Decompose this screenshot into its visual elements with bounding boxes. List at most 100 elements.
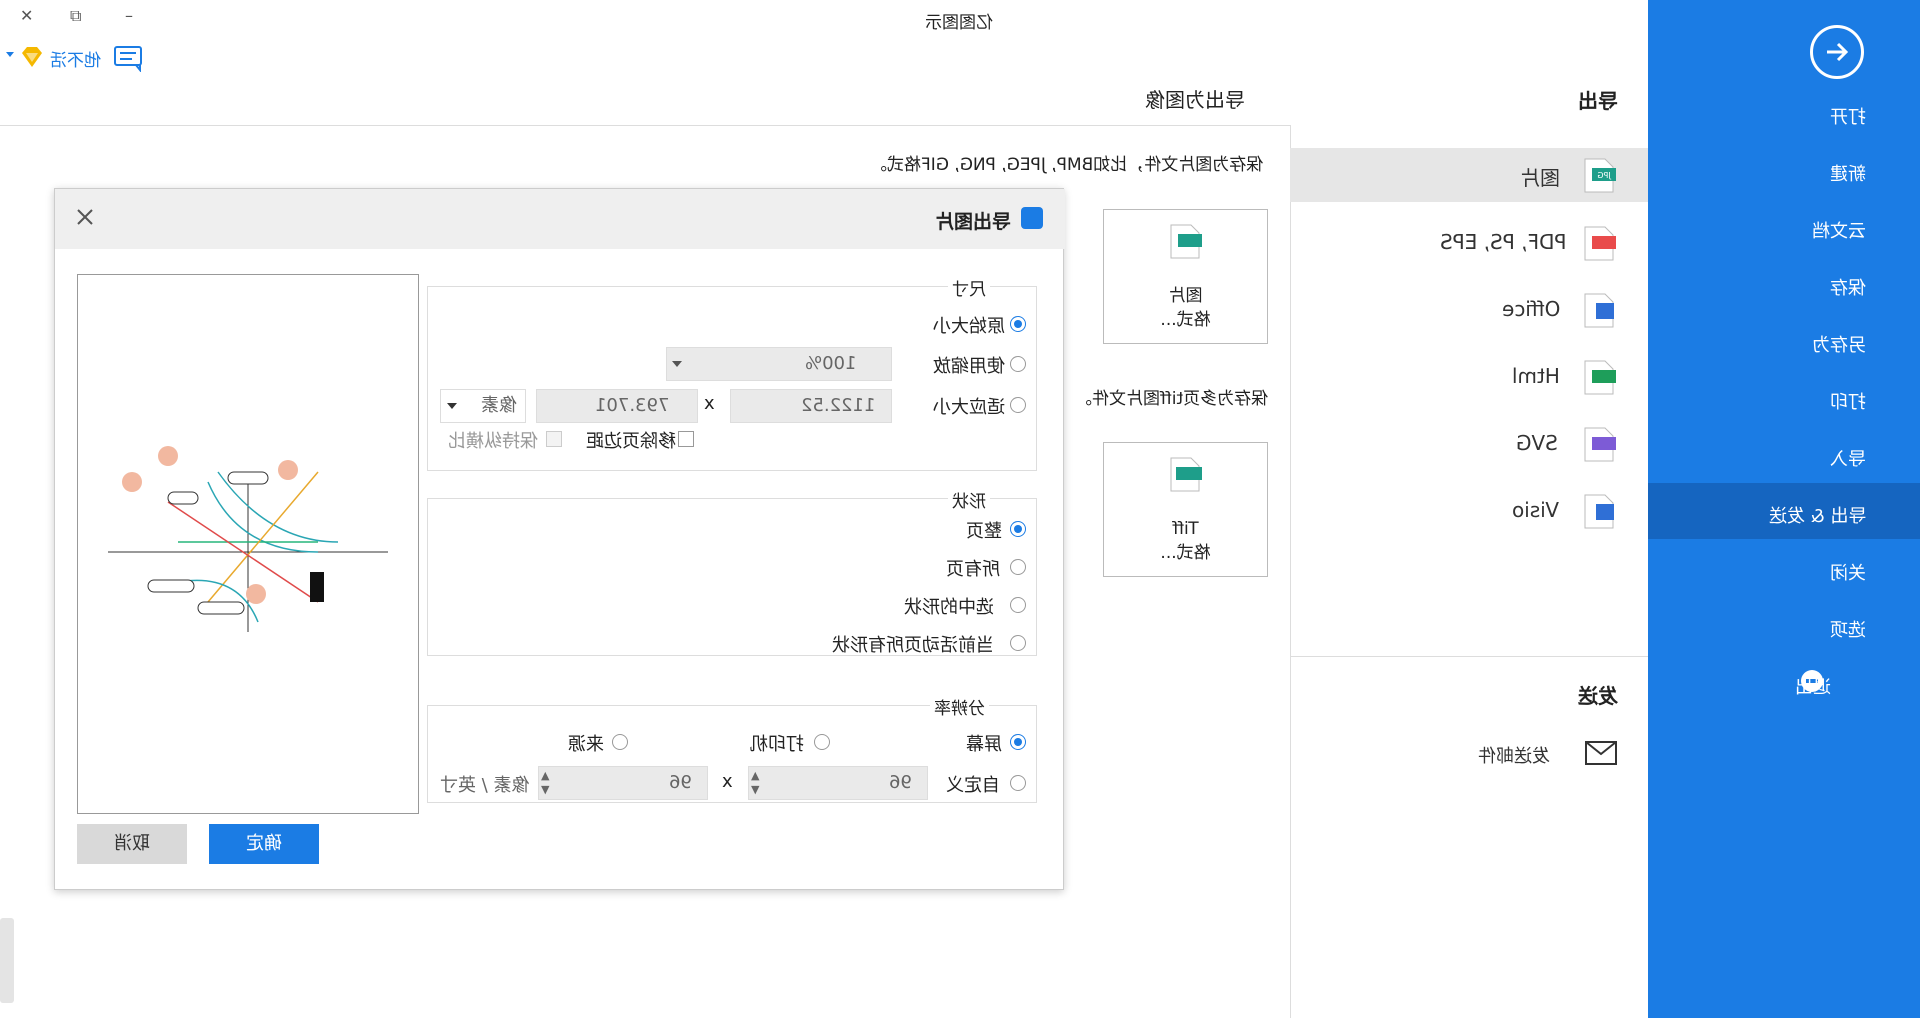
word-file-icon	[1582, 291, 1616, 329]
dpi-y-input[interactable]: 96 ▲ ▼	[538, 766, 708, 800]
sidebar-item-export-send[interactable]: 导出 & 发送	[1769, 502, 1866, 528]
times-sign: x	[704, 393, 715, 414]
whole-page-radio[interactable]	[1010, 521, 1026, 537]
times-sign: x	[722, 771, 733, 792]
chevron-down-icon[interactable]	[6, 52, 14, 57]
tiff-description: 保存为多页tiff图片文件。	[1075, 389, 1269, 409]
screen-radio[interactable]	[1010, 734, 1026, 750]
app-title: 亿图图示	[925, 13, 993, 33]
image-description: 保存为图片文件，比如BMP, JPEG, PNG, GIF格式。	[870, 155, 1264, 175]
remove-margin-checkbox[interactable]	[678, 431, 694, 447]
chevron-down-icon	[672, 361, 682, 367]
screen-label: 屏幕	[966, 734, 1002, 755]
dialog-close-icon[interactable]	[75, 207, 95, 227]
username[interactable]: 他不活	[50, 46, 101, 71]
sidebar-item-options[interactable]: 选项	[1830, 616, 1866, 642]
spinner-icon[interactable]: ▲ ▼	[541, 769, 549, 797]
export-type-label: Office	[1502, 297, 1561, 321]
all-pages-radio[interactable]	[1010, 559, 1026, 575]
close-window-button[interactable]: ✕	[20, 6, 33, 25]
minimize-window-button[interactable]: –	[125, 6, 133, 25]
export-heading: 导出	[1578, 89, 1618, 113]
card-label: 图片	[1168, 286, 1203, 306]
mail-icon	[1584, 740, 1618, 768]
dialog-header: 导出图片	[55, 189, 1065, 249]
tiff-format-card[interactable]: Tiff 格式...	[1103, 442, 1268, 577]
fit-size-label: 适应大小	[933, 397, 1005, 418]
dialog-title: 导出图片	[935, 211, 1012, 233]
sidebar-item-close[interactable]: 关闭	[1830, 559, 1866, 585]
all-pages-label: 所有页	[946, 559, 1000, 580]
export-type-office[interactable]: Office	[1290, 283, 1648, 337]
arrow-right-icon	[1827, 42, 1849, 62]
sidebar-item-save[interactable]: 保存	[1830, 274, 1866, 300]
dpi-x-input[interactable]: 96 ▲ ▼	[748, 766, 928, 800]
vip-diamond-icon	[20, 46, 44, 68]
whole-page-label: 整页	[966, 521, 1002, 542]
export-image-dialog: 导出图片 尺寸 原始大小 使用缩放 100% 适应大小 1122.52 x 79…	[54, 188, 1065, 890]
current-page-shapes-label: 当前活动页所有形状	[832, 635, 994, 656]
sidebar-item-exit[interactable]: 退出	[1795, 673, 1831, 699]
back-button[interactable]	[1810, 25, 1864, 79]
height-input[interactable]: 793.701	[536, 389, 698, 423]
export-type-label: Html	[1512, 364, 1560, 388]
diagram-preview	[88, 432, 408, 658]
printer-radio[interactable]	[814, 734, 830, 750]
export-type-html[interactable]: Html	[1290, 350, 1648, 404]
dpi-y-value: 96	[669, 772, 692, 793]
shape-group: 形状 整页 所有页 选中的形状 当前活动页所有形状	[427, 487, 1037, 656]
source-radio[interactable]	[612, 734, 628, 750]
current-page-shapes-radio[interactable]	[1010, 635, 1026, 651]
export-type-pdf[interactable]: PDF, PS, EPS	[1290, 216, 1648, 270]
scrollbar[interactable]	[0, 918, 14, 1003]
visio-file-icon	[1582, 492, 1616, 530]
remove-margin-label: 移除页边距	[586, 431, 676, 452]
zoom-label: 使用缩放	[933, 356, 1005, 377]
fit-size-radio[interactable]	[1010, 397, 1026, 413]
unit-value: 像素	[481, 395, 517, 416]
preview-pane	[77, 274, 419, 814]
resolution-legend: 分辨率	[930, 694, 989, 719]
send-email-label: 发送邮件	[1478, 746, 1550, 767]
cancel-button[interactable]: 取消	[77, 824, 187, 864]
source-label: 来源	[568, 734, 604, 755]
unit-select[interactable]: 像素	[440, 389, 526, 423]
original-size-radio[interactable]	[1010, 316, 1026, 332]
feedback-icon[interactable]	[112, 44, 144, 72]
image-format-card[interactable]: 图片 格式...	[1103, 209, 1268, 344]
sidebar-item-open[interactable]: 打开	[1830, 103, 1866, 129]
pdf-file-icon	[1582, 224, 1616, 262]
zoom-radio[interactable]	[1010, 356, 1026, 372]
sidebar-item-new[interactable]: 新建	[1830, 160, 1866, 186]
printer-label: 打印机	[750, 734, 804, 755]
content-heading: 导出为图像	[1145, 88, 1245, 112]
sidebar-item-import[interactable]: 导入	[1830, 445, 1866, 471]
send-email-row[interactable]: 发送邮件	[1290, 730, 1648, 780]
export-type-label: 图片	[1520, 166, 1560, 190]
custom-radio[interactable]	[1010, 775, 1026, 791]
sidebar-item-cloud[interactable]: 云文档	[1812, 217, 1866, 243]
keep-ratio-label: 保持纵横比	[448, 431, 538, 452]
sidebar-item-print[interactable]: 打印	[1830, 388, 1866, 414]
card-sublabel: 格式...	[1160, 310, 1211, 330]
tiff-file-icon	[1168, 455, 1202, 493]
card-label: Tiff	[1172, 519, 1199, 539]
sidebar-item-save-as[interactable]: 另存为	[1812, 331, 1866, 357]
export-type-visio[interactable]: Visio	[1290, 484, 1648, 538]
selected-shapes-radio[interactable]	[1010, 597, 1026, 613]
original-size-label: 原始大小	[933, 316, 1005, 337]
svg-file-icon	[1582, 425, 1616, 463]
export-type-label: SVG	[1516, 431, 1558, 455]
ok-button[interactable]: 确定	[209, 824, 319, 864]
keep-ratio-checkbox[interactable]	[546, 431, 562, 447]
export-type-svg[interactable]: SVG	[1290, 417, 1648, 471]
zoom-select[interactable]: 100%	[666, 347, 892, 381]
restore-window-button[interactable]: ⧉	[70, 6, 81, 26]
export-type-image[interactable]: JPG 图片	[1290, 148, 1648, 202]
size-group: 尺寸 原始大小 使用缩放 100% 适应大小 1122.52 x 793.701…	[427, 275, 1037, 471]
selected-shapes-label: 选中的形状	[904, 597, 994, 618]
card-sublabel: 格式...	[1160, 543, 1211, 563]
zoom-value: 100%	[805, 353, 857, 374]
spinner-icon[interactable]: ▲ ▼	[751, 769, 759, 797]
width-input[interactable]: 1122.52	[730, 389, 892, 423]
